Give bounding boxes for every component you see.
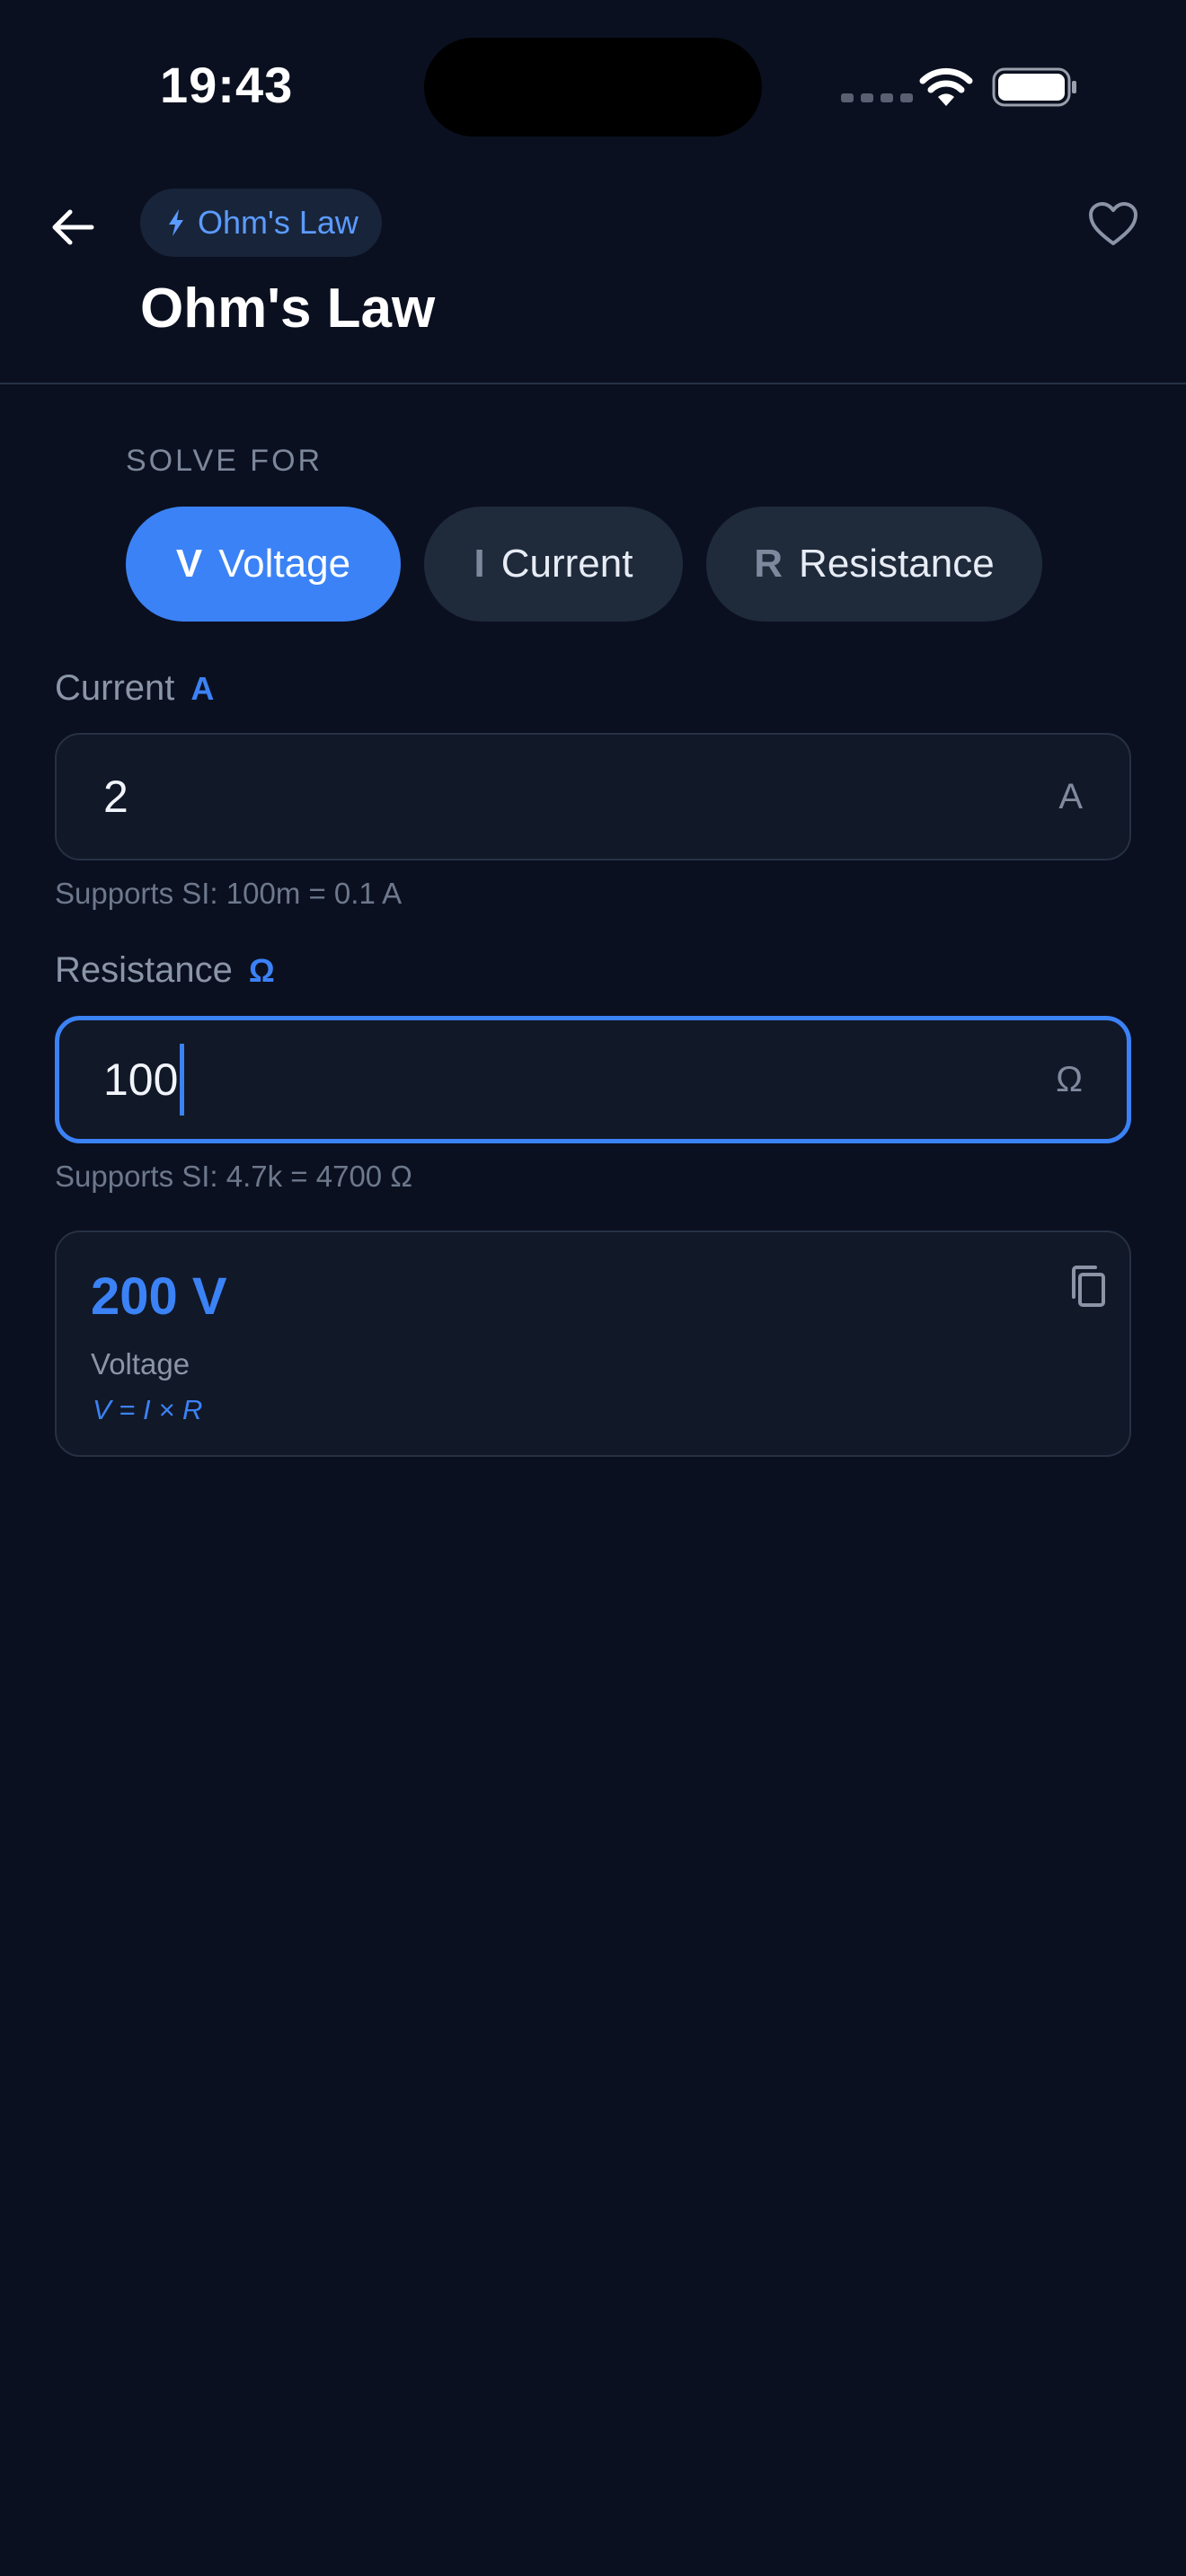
result-value: 200 V xyxy=(91,1267,227,1326)
result-label: Voltage xyxy=(91,1347,190,1381)
current-input[interactable]: 2 A xyxy=(55,733,1131,860)
battery-icon xyxy=(992,67,1076,107)
resistance-input[interactable]: 100 Ω xyxy=(55,1016,1131,1143)
current-field-label: Current A xyxy=(55,668,214,709)
app-header: Ohm's Law Ohm's Law xyxy=(0,171,1186,384)
copy-icon xyxy=(1072,1266,1105,1307)
resistance-hint: Supports SI: 4.7k = 4700 Ω xyxy=(55,1160,412,1193)
field-label-text: Current xyxy=(55,668,175,708)
current-input-unit: A xyxy=(1058,776,1083,816)
resistance-input-value-wrap[interactable]: 100 xyxy=(103,1044,185,1116)
category-chip[interactable]: Ohm's Law xyxy=(140,189,382,257)
back-button[interactable] xyxy=(43,198,102,257)
segment-label: Resistance xyxy=(799,542,995,586)
field-label-text: Resistance xyxy=(55,950,233,990)
field-unit-tag: A xyxy=(190,669,215,707)
current-hint: Supports SI: 100m = 0.1 A xyxy=(55,877,403,910)
segment-label: Current xyxy=(500,542,633,586)
cellular-signal-icon xyxy=(841,93,913,102)
copy-button[interactable] xyxy=(1065,1263,1111,1310)
result-formula: V = I × R xyxy=(93,1394,203,1425)
status-bar: 19:43 xyxy=(0,0,1186,171)
solve-for-current-button[interactable]: I Current xyxy=(424,507,683,622)
heart-icon xyxy=(1089,202,1137,245)
solve-for-resistance-button[interactable]: R Resistance xyxy=(706,507,1042,622)
category-chip-label: Ohm's Law xyxy=(198,204,358,241)
favorite-button[interactable] xyxy=(1084,194,1143,253)
segment-letter: V xyxy=(175,542,203,586)
segment-label: Voltage xyxy=(218,542,351,586)
dynamic-island xyxy=(424,38,762,137)
text-cursor xyxy=(180,1044,185,1116)
wifi-icon xyxy=(919,67,973,106)
bolt-icon xyxy=(169,209,183,236)
resistance-input-value[interactable]: 100 xyxy=(103,1054,178,1106)
arrow-left-icon xyxy=(52,209,94,245)
page-title: Ohm's Law xyxy=(140,278,436,340)
resistance-input-unit: Ω xyxy=(1056,1059,1083,1099)
field-unit-tag: Ω xyxy=(248,951,275,989)
result-card: 200 V Voltage V = I × R xyxy=(55,1231,1131,1457)
status-time: 19:43 xyxy=(160,57,294,113)
resistance-field-label: Resistance Ω xyxy=(55,950,275,991)
solve-for-selector: V Voltage I Current R Resistance xyxy=(126,507,1042,622)
current-input-value[interactable]: 2 xyxy=(103,771,128,823)
segment-letter: I xyxy=(474,542,485,586)
solve-for-label: SOLVE FOR xyxy=(126,444,323,478)
solve-for-voltage-button[interactable]: V Voltage xyxy=(126,507,401,622)
segment-letter: R xyxy=(754,542,783,586)
